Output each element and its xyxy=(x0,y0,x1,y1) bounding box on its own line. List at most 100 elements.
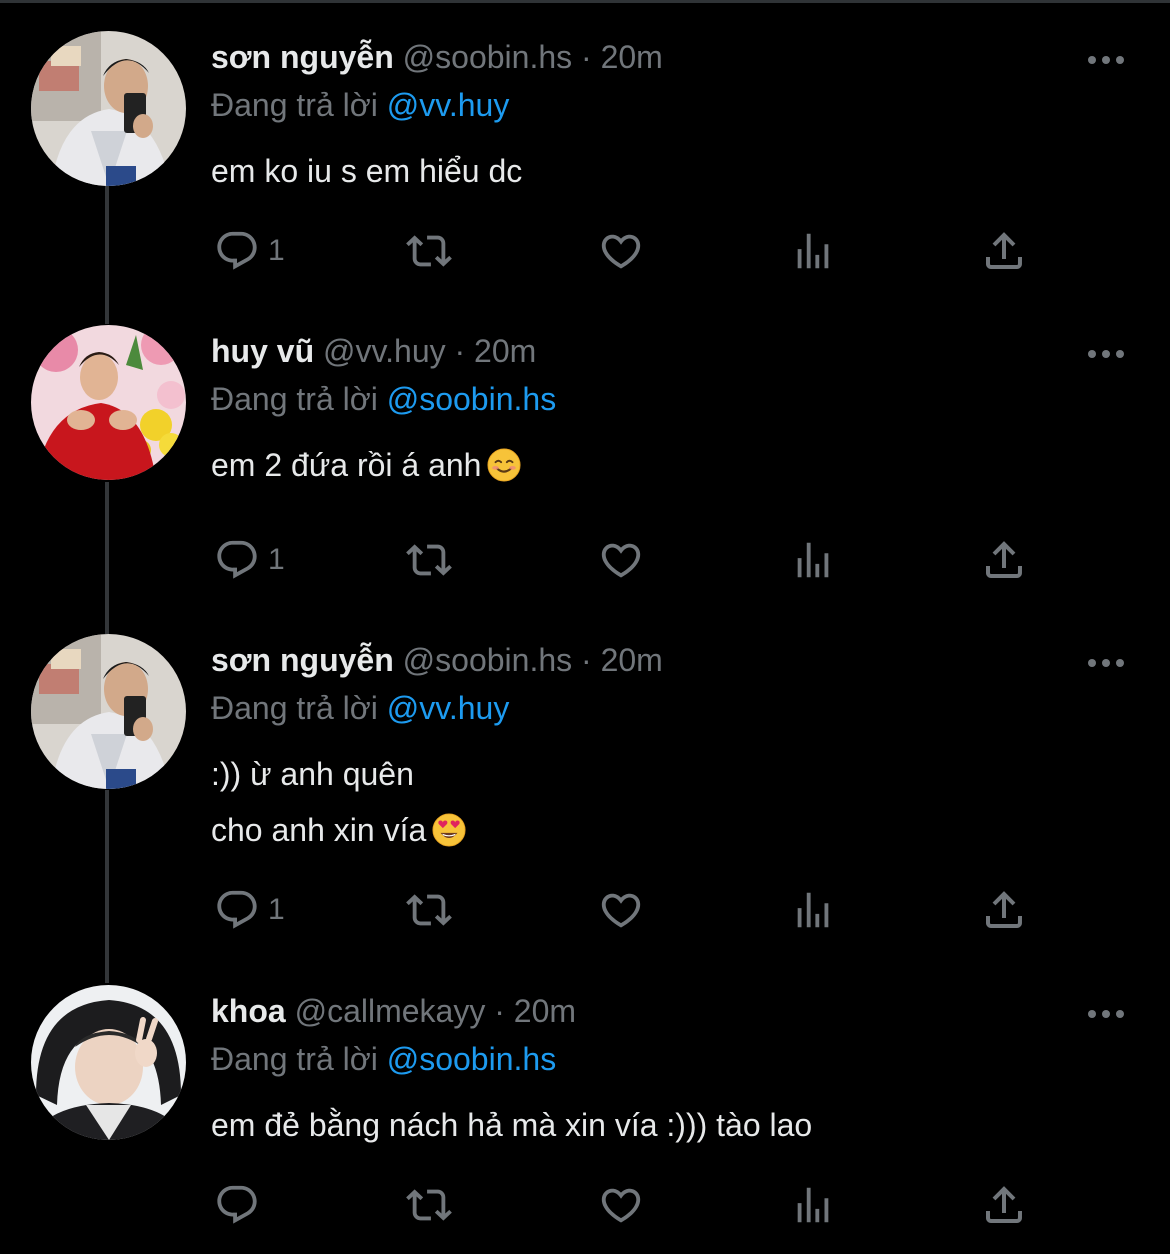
user-handle[interactable]: @soobin.hs xyxy=(403,39,572,75)
like-button[interactable] xyxy=(597,226,645,276)
tweet-text: em ko iu s em hiểu dc xyxy=(211,143,522,199)
reply-button[interactable]: 1 xyxy=(214,226,285,276)
replying-to-label: Đang trả lời xyxy=(211,1041,378,1077)
reply-count: 1 xyxy=(268,893,285,926)
timestamp[interactable]: 20m xyxy=(601,642,663,678)
tweet[interactable]: khoa @callmekayy · 20m Đang trả lời @soo… xyxy=(0,985,1170,1250)
smiling-face-emoji xyxy=(487,448,521,482)
tweet-text-line: cho anh xin vía xyxy=(211,802,466,858)
retweet-icon xyxy=(406,544,452,576)
avatar-son xyxy=(31,31,186,186)
tweet[interactable]: sơn nguyễn @soobin.hs · 20m Đang trả lời… xyxy=(0,634,1170,974)
reply-button[interactable]: 1 xyxy=(214,535,285,585)
retweet-button[interactable] xyxy=(402,226,456,276)
more-icon[interactable] xyxy=(1086,347,1126,361)
share-icon xyxy=(986,1186,1022,1223)
heart-eyes-emoji xyxy=(432,813,466,847)
avatar[interactable] xyxy=(31,325,186,480)
analytics-icon xyxy=(797,892,829,928)
retweet-icon xyxy=(406,894,452,926)
more-icon[interactable] xyxy=(1086,53,1126,67)
share-icon xyxy=(986,891,1022,928)
share-button[interactable] xyxy=(980,1180,1028,1230)
views-button[interactable] xyxy=(790,535,836,585)
timestamp[interactable]: 20m xyxy=(601,39,663,75)
heart-icon xyxy=(601,893,641,928)
tweet-header: sơn nguyễn @soobin.hs · 20m xyxy=(211,37,663,77)
tweet-text-line: :)) ừ anh quên xyxy=(211,756,414,792)
avatar[interactable] xyxy=(31,634,186,789)
comment-icon xyxy=(217,540,257,579)
analytics-icon xyxy=(797,542,829,578)
replying-to-label: Đang trả lời xyxy=(211,87,378,123)
tweet-text: em đẻ bằng nách hả mà xin vía :))) tào l… xyxy=(211,1097,812,1153)
retweet-button[interactable] xyxy=(402,885,456,935)
views-button[interactable] xyxy=(790,885,836,935)
reply-button[interactable]: 1 xyxy=(214,885,285,935)
reply-count: 1 xyxy=(268,543,285,576)
heart-icon xyxy=(601,543,641,578)
share-button[interactable] xyxy=(980,226,1028,276)
timestamp[interactable]: 20m xyxy=(474,333,536,369)
top-divider xyxy=(0,0,1170,3)
views-button[interactable] xyxy=(790,1180,836,1230)
user-handle[interactable]: @soobin.hs xyxy=(403,642,572,678)
share-icon xyxy=(986,541,1022,578)
mention-link[interactable]: @vv.huy xyxy=(387,87,510,123)
tweet[interactable]: sơn nguyễn @soobin.hs · 20m Đang trả lời… xyxy=(0,31,1170,321)
display-name[interactable]: sơn nguyễn xyxy=(211,642,394,678)
separator: · xyxy=(494,993,505,1029)
heart-icon xyxy=(601,1188,641,1223)
replying-to-label: Đang trả lời xyxy=(211,690,378,726)
replying-to: Đang trả lời @soobin.hs xyxy=(211,379,556,419)
avatar-son xyxy=(31,634,186,789)
tweet-text-line: em ko iu s em hiểu dc xyxy=(211,153,523,189)
like-button[interactable] xyxy=(597,535,645,585)
comment-icon xyxy=(217,1185,257,1224)
tweet-text: :)) ừ anh quên cho anh xin vía xyxy=(211,746,466,858)
avatar[interactable] xyxy=(31,985,186,1140)
more-icon[interactable] xyxy=(1086,1007,1126,1021)
tweet-header: sơn nguyễn @soobin.hs · 20m xyxy=(211,640,663,680)
retweet-icon xyxy=(406,235,452,267)
display-name[interactable]: huy vũ xyxy=(211,333,314,369)
timestamp[interactable]: 20m xyxy=(514,993,576,1029)
tweet[interactable]: huy vũ @vv.huy · 20m Đang trả lời @soobi… xyxy=(0,325,1170,615)
tweet-header: huy vũ @vv.huy · 20m xyxy=(211,331,536,371)
reply-count: 1 xyxy=(268,234,285,267)
separator: · xyxy=(581,39,592,75)
retweet-icon xyxy=(406,1189,452,1221)
mention-link[interactable]: @vv.huy xyxy=(387,690,510,726)
action-bar xyxy=(0,1180,1170,1230)
share-button[interactable] xyxy=(980,535,1028,585)
mention-link[interactable]: @soobin.hs xyxy=(387,1041,556,1077)
comment-icon xyxy=(217,231,257,270)
separator: · xyxy=(454,333,466,369)
user-handle[interactable]: @vv.huy xyxy=(323,333,446,369)
retweet-button[interactable] xyxy=(402,1180,456,1230)
replying-to: Đang trả lời @vv.huy xyxy=(211,688,509,728)
views-button[interactable] xyxy=(790,226,836,276)
tweet-text: em 2 đứa rồi á anh xyxy=(211,437,521,493)
reply-button[interactable] xyxy=(214,1180,268,1230)
display-name[interactable]: khoa xyxy=(211,993,286,1029)
like-button[interactable] xyxy=(597,1180,645,1230)
share-button[interactable] xyxy=(980,885,1028,935)
display-name[interactable]: sơn nguyễn xyxy=(211,39,394,75)
more-icon[interactable] xyxy=(1086,656,1126,670)
replying-to: Đang trả lời @soobin.hs xyxy=(211,1039,556,1079)
mention-link[interactable]: @soobin.hs xyxy=(387,381,556,417)
user-handle[interactable]: @callmekayy xyxy=(295,993,486,1029)
avatar[interactable] xyxy=(31,31,186,186)
replying-to-label: Đang trả lời xyxy=(211,381,378,417)
avatar-khoa xyxy=(31,985,186,1140)
separator: · xyxy=(581,642,592,678)
analytics-icon xyxy=(797,1187,829,1223)
retweet-button[interactable] xyxy=(402,535,456,585)
share-icon xyxy=(986,232,1022,269)
tweet-text-line: em đẻ bằng nách hả mà xin vía :))) tào l… xyxy=(211,1107,813,1143)
comment-icon xyxy=(217,890,257,929)
like-button[interactable] xyxy=(597,885,645,935)
action-bar: 1 xyxy=(0,535,1170,585)
heart-icon xyxy=(601,234,641,269)
